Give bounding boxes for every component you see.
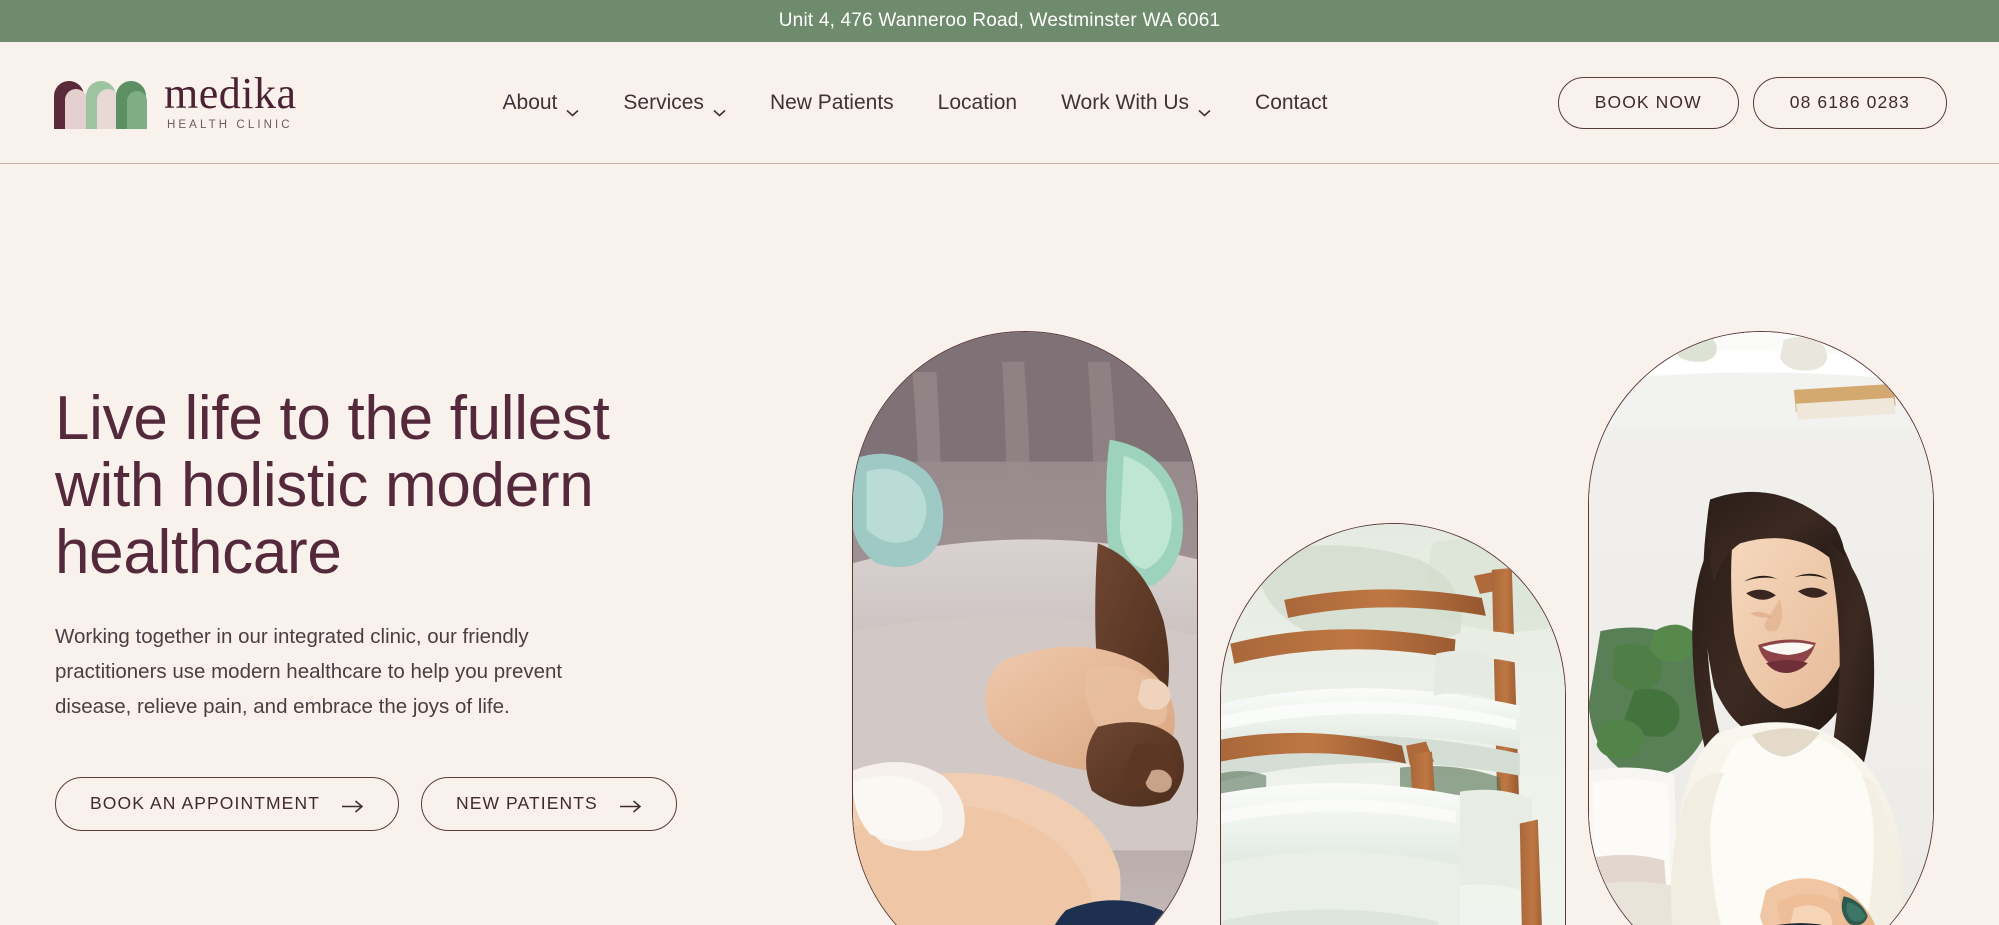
header-actions: BOOK NOW 08 6186 0283 (1557, 76, 1947, 129)
nav-item-contact[interactable]: Contact (1233, 81, 1349, 125)
book-appointment-button[interactable]: BOOK AN APPOINTMENT (55, 776, 399, 831)
hero-cta-group: BOOK AN APPOINTMENT NEW PATIENTS (55, 776, 715, 831)
nav-label: Contact (1255, 90, 1328, 114)
hero-subtitle: Working together in our integrated clini… (55, 624, 563, 719)
photo-waiting-room-chairs (1220, 523, 1566, 925)
nav-item-work-with-us[interactable]: Work With Us (1039, 81, 1233, 125)
chevron-down-icon (713, 99, 726, 117)
nav-item-services[interactable]: Services (601, 81, 748, 125)
page-title: Live life to the fullest with holistic m… (55, 384, 610, 587)
three-arches-logo-icon (52, 77, 150, 129)
book-now-button[interactable]: BOOK NOW (1557, 76, 1739, 129)
cta-label: NEW PATIENTS (455, 793, 598, 814)
chevron-down-icon (566, 99, 579, 117)
nav-label: New Patients (769, 90, 894, 114)
hero-copy: Live life to the fullest with holistic m… (55, 384, 715, 831)
site-header: medika HEALTH CLINIC About Services New … (0, 42, 1999, 164)
clinic-address: Unit 4, 476 Wanneroo Road, Westminster W… (778, 10, 1221, 31)
nav-label: Services (623, 90, 704, 114)
primary-navigation: About Services New Patients Location Wor… (481, 81, 1350, 125)
nav-item-about[interactable]: About (481, 81, 602, 125)
brand-tagline: HEALTH CLINIC (167, 118, 293, 131)
brand-logo[interactable]: medika HEALTH CLINIC (52, 69, 297, 131)
nav-item-location[interactable]: Location (916, 81, 1039, 125)
cta-label: BOOK AN APPOINTMENT (90, 793, 320, 814)
chevron-down-icon (1198, 99, 1211, 117)
arrow-right-icon (341, 797, 364, 813)
hero-section: Live life to the fullest with holistic m… (0, 164, 1999, 925)
nav-label: Location (937, 90, 1018, 114)
nav-item-new-patients[interactable]: New Patients (748, 81, 916, 125)
nav-label: Work With Us (1061, 90, 1190, 114)
phone-number-button[interactable]: 08 6186 0283 (1752, 76, 1947, 129)
arrow-right-icon (619, 797, 642, 813)
brand-name: medika (164, 69, 297, 119)
new-patients-button[interactable]: NEW PATIENTS (420, 776, 677, 831)
photo-smiling-patient (1588, 331, 1934, 925)
top-address-bar: Unit 4, 476 Wanneroo Road, Westminster W… (0, 0, 1999, 42)
photo-holding-hands (852, 331, 1198, 925)
nav-label: About (502, 90, 558, 114)
